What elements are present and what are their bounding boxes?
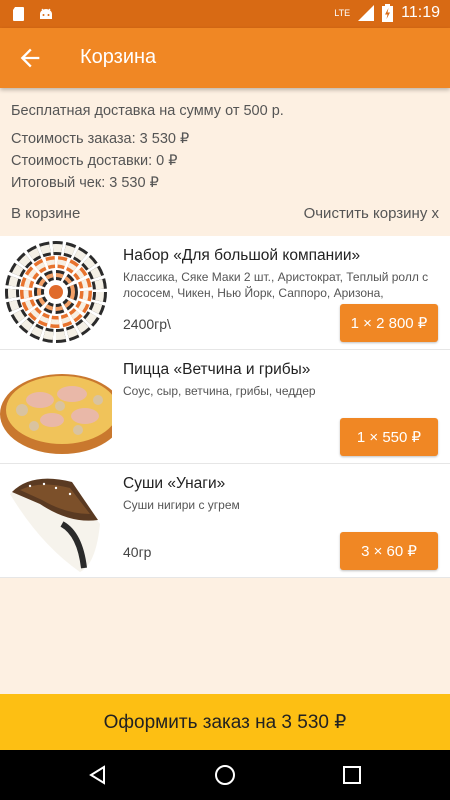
app-bar: Корзина bbox=[0, 28, 450, 88]
quantity-price-button[interactable]: 1 × 550 ₽ bbox=[340, 418, 438, 456]
delivery-cost: Стоимость доставки: 0 ₽ bbox=[11, 153, 178, 169]
checkout-button[interactable]: Оформить заказ на 3 530 ₽ bbox=[0, 694, 450, 750]
android-icon bbox=[40, 8, 52, 19]
nav-back-icon[interactable] bbox=[86, 763, 110, 787]
cart-item[interactable]: Пицца «Ветчина и грибы» Соус, сыр, ветчи… bbox=[0, 350, 450, 464]
order-summary: Бесплатная доставка на сумму от 500 р. С… bbox=[11, 100, 284, 194]
item-description: Классика, Сяке Маки 2 шт., Аристократ, Т… bbox=[123, 270, 429, 300]
status-time: 11:19 bbox=[401, 4, 440, 21]
pizza-image bbox=[0, 350, 112, 463]
battery-charging-icon bbox=[382, 4, 394, 22]
item-weight: 40гр bbox=[123, 544, 152, 560]
cart-item[interactable]: Набор «Для большой компании» Классика, С… bbox=[0, 236, 450, 350]
quantity-price-button[interactable]: 3 × 60 ₽ bbox=[340, 532, 438, 570]
item-name: Набор «Для большой компании» bbox=[123, 247, 361, 264]
clear-cart-button[interactable]: Очистить корзину x bbox=[304, 205, 439, 222]
total-check: Итоговый чек: 3 530 ₽ bbox=[11, 175, 159, 191]
cart-heading: В корзине bbox=[11, 205, 81, 222]
signal-icon bbox=[358, 5, 375, 21]
item-name: Суши «Унаги» bbox=[123, 475, 226, 492]
unagi-sushi-image bbox=[0, 464, 112, 577]
item-weight: 2400гр\ bbox=[123, 316, 171, 332]
page-title: Корзина bbox=[80, 46, 157, 68]
cart-section-header: В корзине Очистить корзину x bbox=[11, 205, 439, 222]
free-delivery-note: Бесплатная доставка на сумму от 500 р. bbox=[11, 103, 284, 119]
cart-item[interactable]: Суши «Унаги» Суши нигири с угрем 40гр 3 … bbox=[0, 464, 450, 578]
network-label: LTE bbox=[334, 8, 351, 18]
item-description: Соус, сыр, ветчина, грибы, чеддер bbox=[123, 384, 316, 398]
quantity-price-button[interactable]: 1 × 2 800 ₽ bbox=[340, 304, 438, 342]
status-bar: LTE 11:19 bbox=[0, 0, 450, 28]
order-cost: Стоимость заказа: 3 530 ₽ bbox=[11, 131, 190, 147]
item-name: Пицца «Ветчина и грибы» bbox=[123, 361, 311, 378]
item-description: Суши нигири с угрем bbox=[123, 498, 240, 512]
arrow-back-icon[interactable] bbox=[16, 44, 44, 72]
sushi-set-image bbox=[0, 236, 112, 349]
nav-home-icon[interactable] bbox=[213, 763, 237, 787]
system-nav-bar bbox=[0, 750, 450, 800]
sd-card-icon bbox=[13, 7, 24, 21]
cart-list: Набор «Для большой компании» Классика, С… bbox=[0, 236, 450, 578]
nav-recents-icon[interactable] bbox=[340, 763, 364, 787]
